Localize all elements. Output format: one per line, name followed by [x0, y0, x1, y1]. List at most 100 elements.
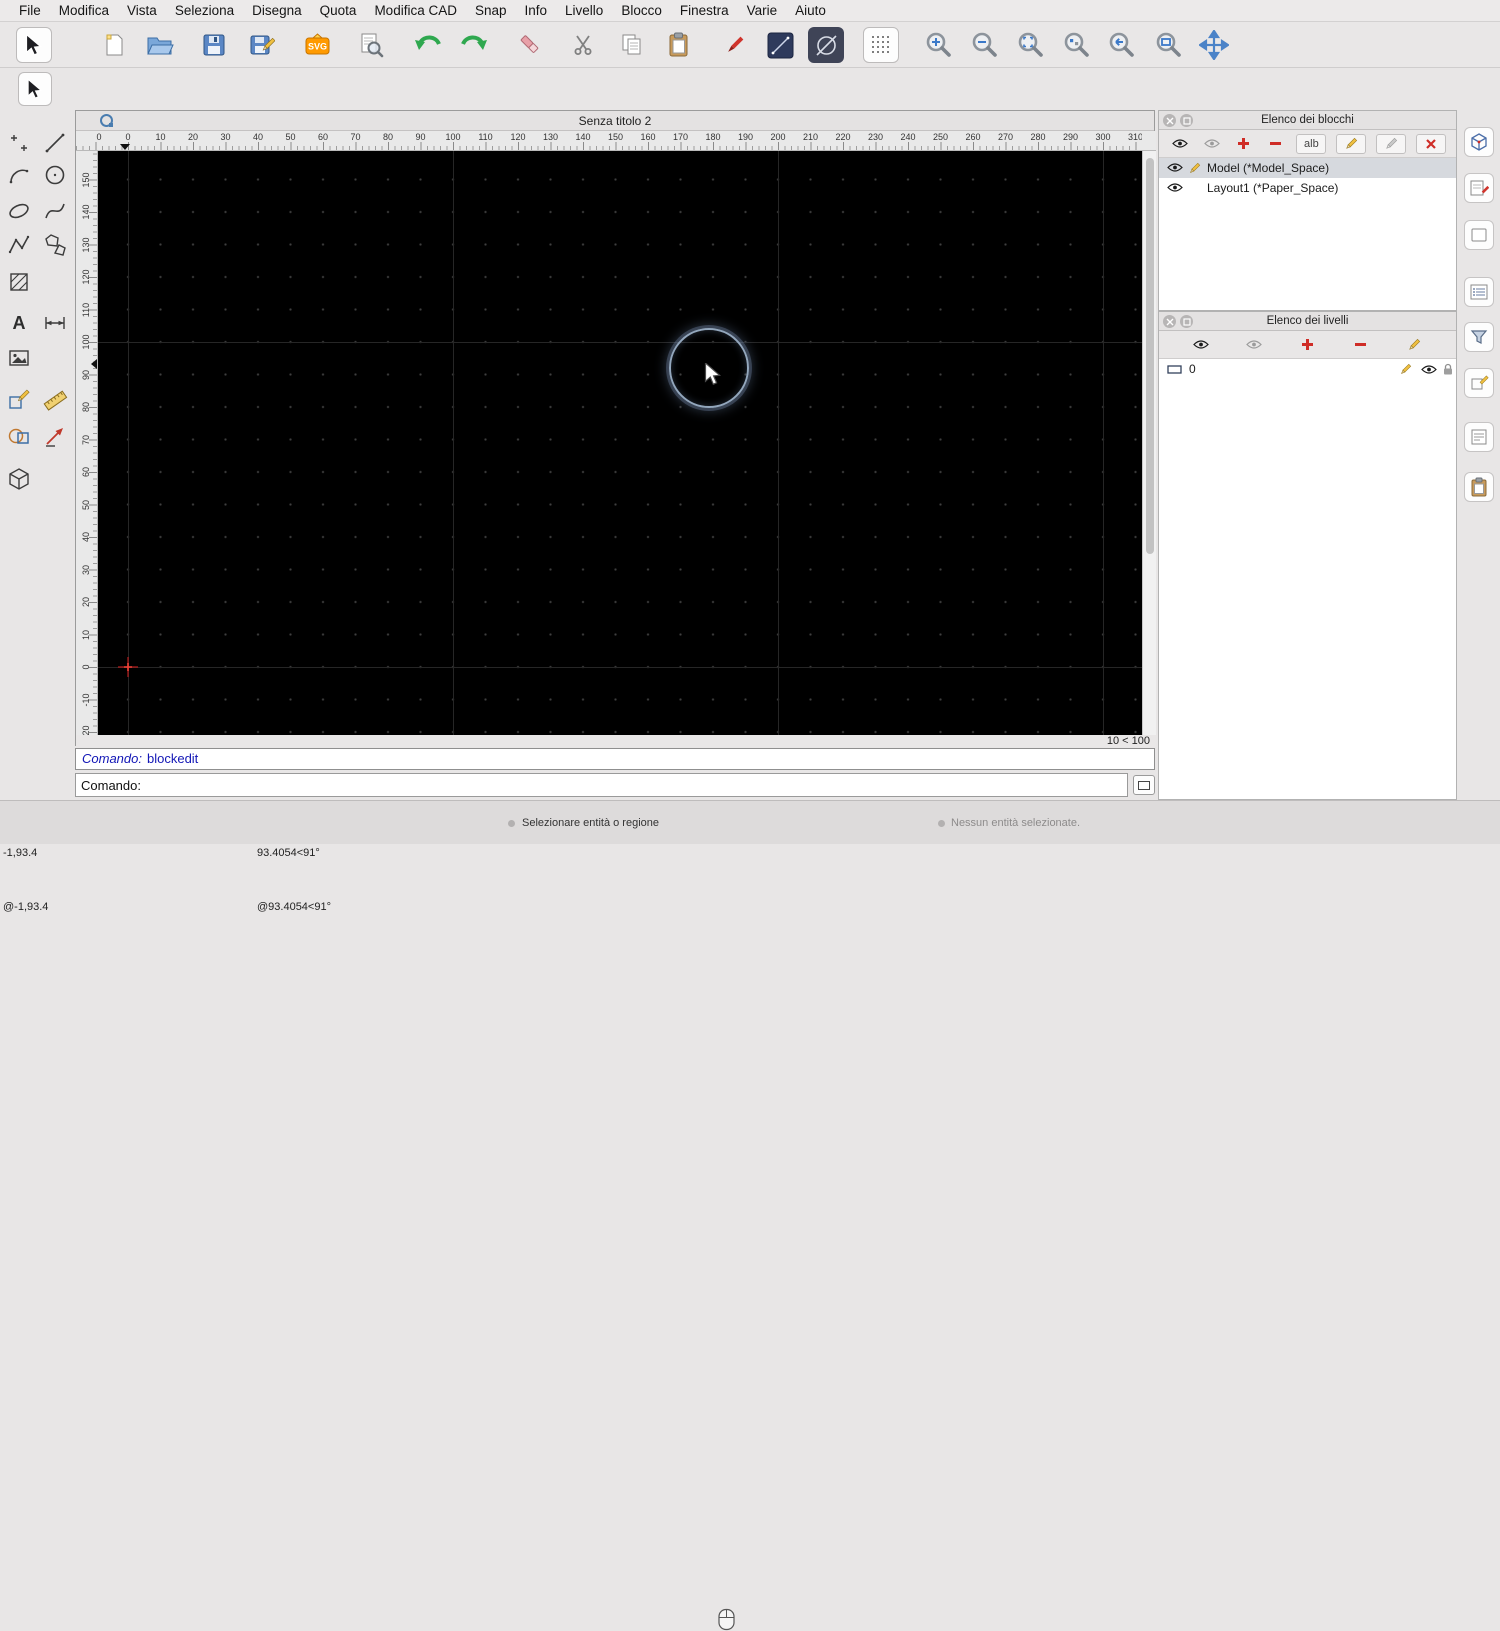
info-tool-button[interactable]	[40, 421, 70, 451]
redo-button[interactable]	[456, 27, 492, 63]
new-file-button[interactable]	[96, 27, 132, 63]
points-tool-button[interactable]	[4, 128, 34, 158]
pen-button[interactable]	[716, 27, 752, 63]
menu-item-aiuto[interactable]: Aiuto	[786, 0, 835, 22]
menu-item-snap[interactable]: Snap	[466, 0, 516, 22]
block-list-item[interactable]: Layout1 (*Paper_Space)	[1159, 178, 1456, 198]
save-as-button[interactable]	[244, 27, 280, 63]
hide-all-layers-button[interactable]	[1243, 335, 1265, 355]
zoom-pan-button[interactable]	[1196, 27, 1232, 63]
eraser-button[interactable]	[512, 27, 548, 63]
show-all-layers-button[interactable]	[1190, 335, 1212, 355]
modify-tool-button[interactable]	[4, 385, 34, 415]
delete-block-button[interactable]	[1416, 133, 1446, 154]
edit-pencil-icon[interactable]	[1188, 162, 1201, 175]
print-preview-button[interactable]	[353, 27, 389, 63]
palette-select-button[interactable]	[18, 72, 52, 106]
window-title: Senza titolo 2	[578, 113, 652, 128]
text-tool-button[interactable]: A	[4, 308, 34, 338]
arc-icon	[9, 169, 29, 184]
measure-tool-button[interactable]	[40, 385, 70, 415]
edit-block-button[interactable]	[1336, 133, 1367, 154]
menu-item-vista[interactable]: Vista	[118, 0, 166, 22]
open-file-button[interactable]	[142, 27, 178, 63]
snap-grid-button[interactable]	[863, 27, 899, 63]
scrollbar-thumb[interactable]	[1146, 158, 1154, 554]
dimension-tool-button[interactable]	[40, 308, 70, 338]
circle-tool-button[interactable]	[808, 27, 844, 63]
menu-item-livello[interactable]: Livello	[556, 0, 612, 22]
hide-all-blocks-button[interactable]	[1201, 134, 1223, 154]
dock-command-line-button[interactable]	[1464, 422, 1494, 452]
command-window-toggle-button[interactable]	[1133, 775, 1155, 795]
menu-item-info[interactable]: Info	[516, 0, 557, 22]
drawing-canvas[interactable]	[98, 151, 1142, 735]
clipboard-icon	[1471, 477, 1487, 497]
dock-library-button[interactable]	[1464, 220, 1494, 250]
remove-layer-button[interactable]	[1350, 335, 1372, 355]
dock-clipboard-button[interactable]	[1464, 472, 1494, 502]
menu-item-modifica[interactable]: Modifica	[50, 0, 118, 22]
image-tool-button[interactable]	[4, 343, 34, 373]
line-tool-button[interactable]	[762, 27, 798, 63]
edit-block-attributes-button[interactable]	[1376, 133, 1407, 154]
circle-tool-palette-button[interactable]	[40, 160, 70, 190]
edit-layer-button[interactable]	[1403, 335, 1425, 355]
remove-block-button[interactable]	[1265, 134, 1287, 154]
dock-list-view-button[interactable]	[1464, 277, 1494, 307]
menu-item-modifica-cad[interactable]: Modifica CAD	[365, 0, 466, 22]
vertical-scrollbar[interactable]	[1142, 151, 1156, 735]
rename-block-button[interactable]: alb	[1296, 133, 1327, 154]
cut-button[interactable]	[565, 27, 601, 63]
arc-tool-button[interactable]	[4, 160, 34, 190]
menu-item-quota[interactable]: Quota	[311, 0, 366, 22]
layer-list-item[interactable]: 0	[1159, 359, 1456, 379]
polyline-tool-button[interactable]	[4, 230, 34, 260]
dock-block-list-button[interactable]	[1464, 127, 1494, 157]
v-ruler-label: 130	[81, 236, 91, 253]
undo-button[interactable]	[410, 27, 446, 63]
window-titlebar[interactable]: Senza titolo 2	[76, 111, 1154, 131]
block-tool-button[interactable]	[4, 464, 34, 494]
zoom-auto-button[interactable]	[1012, 27, 1048, 63]
command-input[interactable]	[144, 775, 1127, 795]
zoom-redraw-button[interactable]	[1058, 27, 1094, 63]
float-panel-icon[interactable]	[1180, 114, 1193, 127]
menu-item-varie[interactable]: Varie	[738, 0, 787, 22]
menu-item-file[interactable]: File	[10, 0, 50, 22]
polygon-tool-button[interactable]	[40, 230, 70, 260]
block-list-item[interactable]: Model (*Model_Space)	[1159, 158, 1456, 178]
select-button[interactable]	[16, 27, 52, 63]
show-all-blocks-button[interactable]	[1169, 134, 1191, 154]
hatch-tool-button[interactable]	[4, 267, 34, 297]
visibility-eye-icon[interactable]	[1167, 182, 1183, 193]
dock-layer-list-button[interactable]	[1464, 173, 1494, 203]
visibility-eye-icon[interactable]	[1421, 364, 1437, 375]
svg-export-button[interactable]: SVG	[299, 27, 335, 63]
spline-tool-button[interactable]	[40, 196, 70, 226]
float-panel-icon[interactable]	[1180, 315, 1193, 328]
line-tool-palette-button[interactable]	[40, 128, 70, 158]
copy-button[interactable]	[614, 27, 650, 63]
edit-pencil-icon[interactable]	[1399, 363, 1412, 376]
zoom-in-button[interactable]	[920, 27, 956, 63]
visibility-eye-icon[interactable]	[1167, 162, 1183, 173]
menu-item-seleziona[interactable]: Seleziona	[166, 0, 243, 22]
zoom-window-button[interactable]	[1150, 27, 1186, 63]
ellipse-tool-button[interactable]	[4, 196, 34, 226]
dock-pencil-box-button[interactable]	[1464, 368, 1494, 398]
save-button[interactable]	[196, 27, 232, 63]
zoom-previous-button[interactable]	[1103, 27, 1139, 63]
menu-item-finestra[interactable]: Finestra	[671, 0, 738, 22]
dock-filter-button[interactable]	[1464, 322, 1494, 352]
add-layer-button[interactable]	[1296, 335, 1318, 355]
add-block-button[interactable]	[1233, 134, 1255, 154]
edit-entity-tool-button[interactable]	[4, 421, 34, 451]
menu-item-disegna[interactable]: Disegna	[243, 0, 311, 22]
menu-item-blocco[interactable]: Blocco	[612, 0, 671, 22]
paste-button[interactable]	[661, 27, 697, 63]
close-icon[interactable]	[1163, 114, 1176, 127]
lock-icon[interactable]	[1443, 363, 1453, 376]
close-icon[interactable]	[1163, 315, 1176, 328]
zoom-out-button[interactable]	[966, 27, 1002, 63]
